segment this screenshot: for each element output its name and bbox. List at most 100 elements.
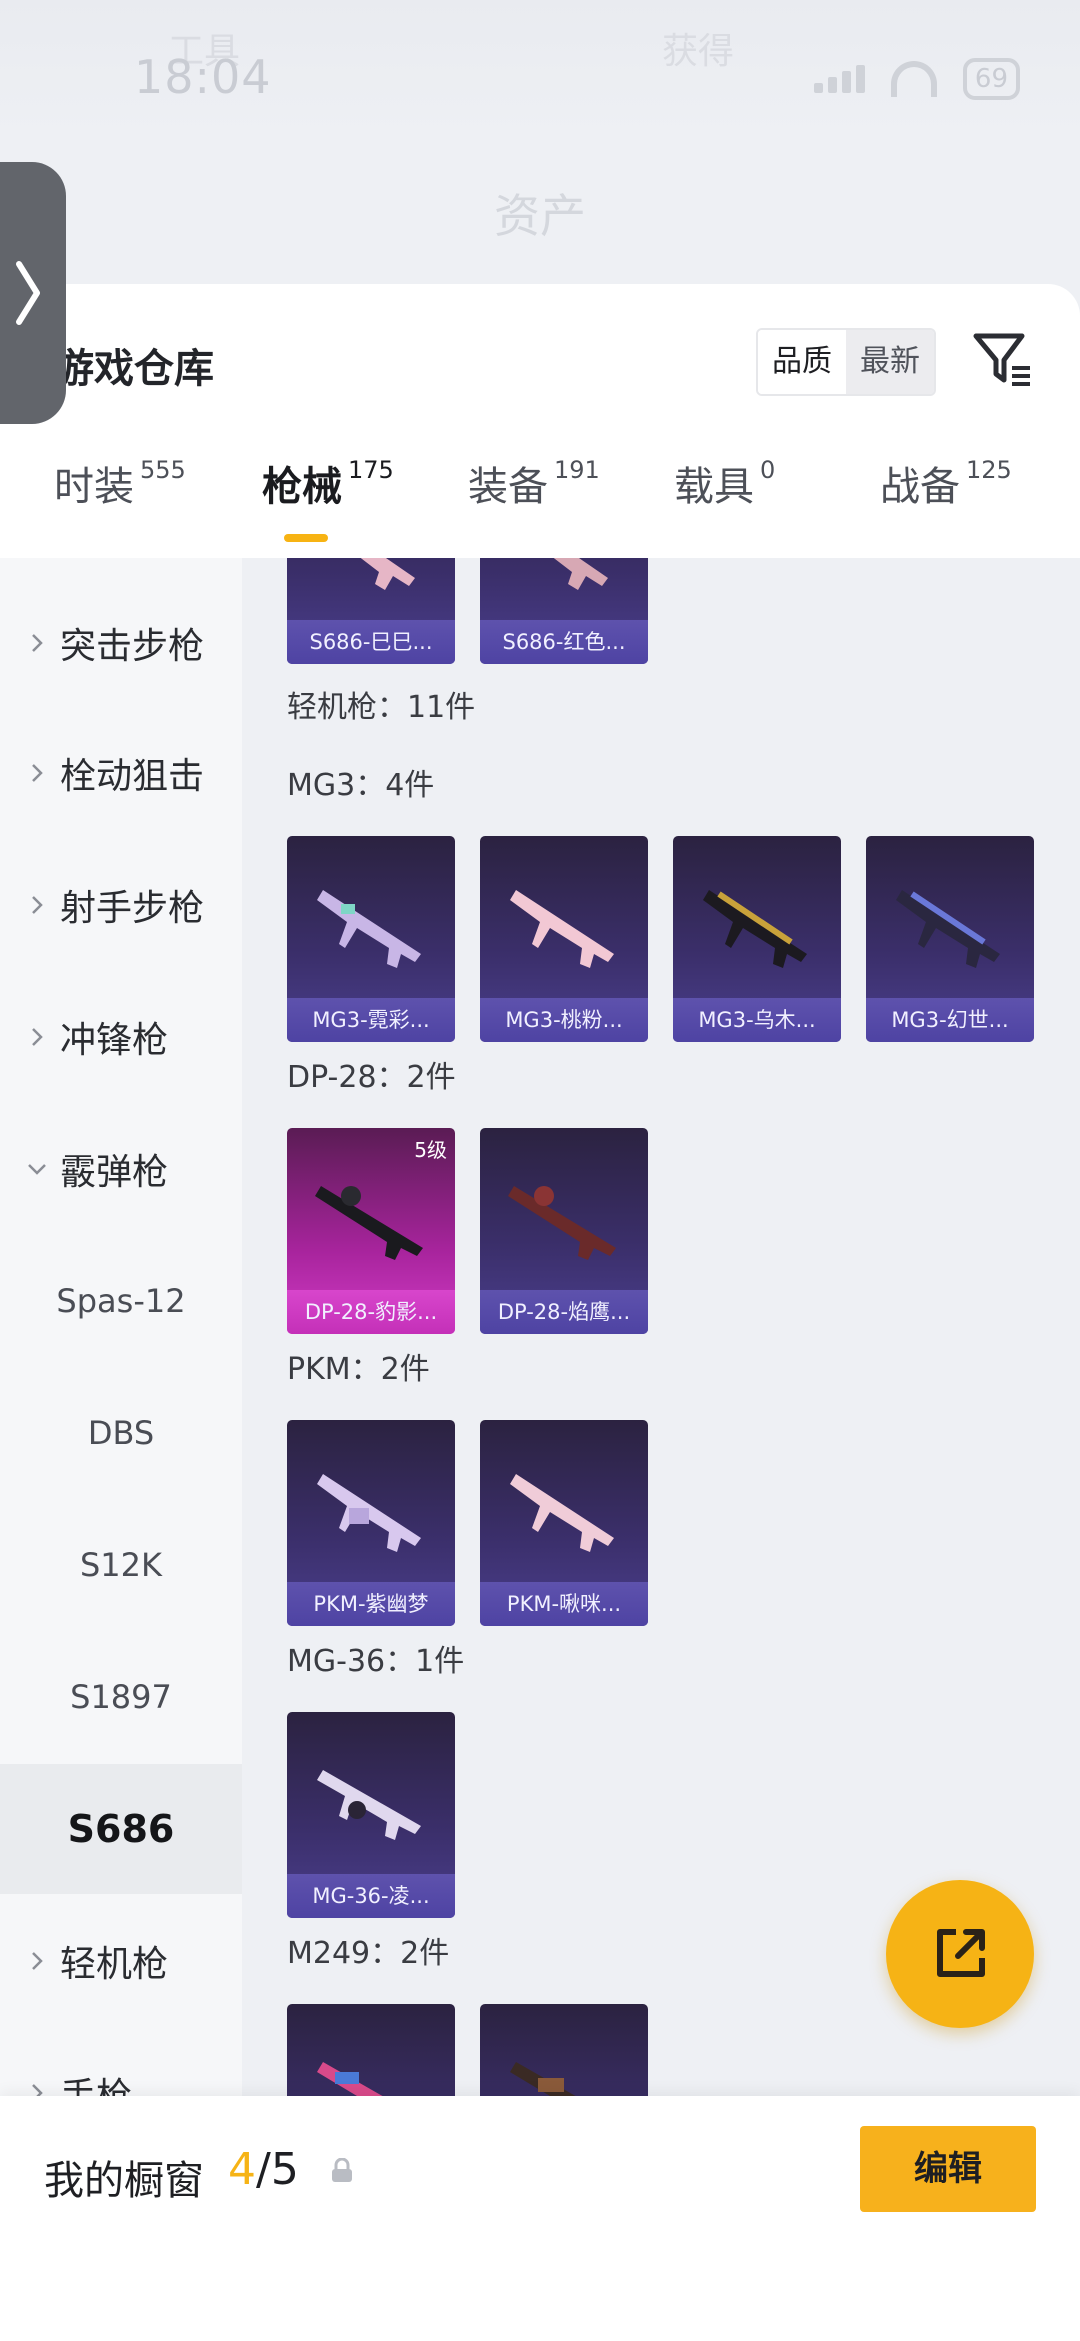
- subcategory-spas12[interactable]: Spas-12: [0, 1236, 242, 1366]
- category-marksman-rifle[interactable]: 射手步枪: [0, 840, 242, 970]
- machine-gun-icon: [510, 1474, 614, 1552]
- system-icons: 69: [813, 58, 1020, 100]
- item-name: DP-28-焰鹰...: [480, 1290, 648, 1334]
- tab-count: 555: [140, 456, 186, 484]
- tab-count: 175: [348, 456, 394, 484]
- item-name: MG3-霓彩...: [287, 998, 455, 1042]
- item-card[interactable]: PKM-紫幽梦: [287, 1420, 455, 1626]
- section-title: 轻机枪：11件: [287, 690, 476, 725]
- signal-icon: [813, 65, 865, 93]
- subcategory-dbs[interactable]: DBS: [0, 1368, 242, 1498]
- category-label: 轻机枪: [60, 1944, 169, 1985]
- section-title: M249：2件: [287, 1936, 450, 1971]
- category-sidebar: 突击步枪 栓动狙击 射手步枪 冲锋枪 霰弹枪 Spas-12 DBS S12K …: [0, 558, 242, 2341]
- item-name: MG3-幻世...: [866, 998, 1034, 1042]
- item-name: MG3-乌木...: [673, 998, 841, 1042]
- item-name: PKM-啾咪...: [480, 1582, 648, 1626]
- tab-supplies[interactable]: 战备 125: [880, 454, 1012, 512]
- tab-equipment[interactable]: 装备 191: [468, 454, 600, 512]
- expand-side-button[interactable]: [0, 162, 66, 424]
- chevron-right-icon: [32, 896, 43, 914]
- item-card[interactable]: MG3-霓彩...: [287, 836, 455, 1042]
- item-card[interactable]: MG3-乌木...: [673, 836, 841, 1042]
- tab-count: 0: [760, 456, 776, 484]
- item-name: S686-巳巳...: [287, 620, 455, 664]
- tab-bar: 时装 555 枪械 175 装备 191 载具 0 战备 125: [0, 454, 1080, 544]
- category-assault-rifle[interactable]: 突击步枪: [0, 578, 242, 708]
- category-label: 冲锋枪: [60, 1020, 169, 1061]
- sort-newest-button[interactable]: 最新: [846, 330, 934, 394]
- tab-count: 191: [554, 456, 600, 484]
- category-shotgun[interactable]: 霰弹枪: [0, 1104, 242, 1234]
- filter-button[interactable]: [972, 330, 1036, 392]
- section-title: MG3：4件: [287, 768, 435, 803]
- item-name: MG-36-凌...: [287, 1874, 455, 1918]
- item-card[interactable]: MG3-桃粉...: [480, 836, 648, 1042]
- showcase-current: 4: [228, 2144, 256, 2195]
- machine-gun-icon: [317, 1770, 421, 1840]
- rifle-icon: [553, 558, 608, 590]
- category-label: S686: [67, 1807, 175, 1851]
- tab-label: 时装: [54, 464, 134, 510]
- page-title: 资产: [494, 189, 586, 243]
- section-title: PKM：2件: [287, 1352, 430, 1387]
- sort-quality-button[interactable]: 品质: [758, 330, 846, 394]
- subcategory-s12k[interactable]: S12K: [0, 1500, 242, 1630]
- tab-label: 装备: [468, 464, 548, 510]
- wifi-icon: [890, 61, 937, 97]
- item-card[interactable]: 5级 DP-28-豹影...: [287, 1128, 455, 1334]
- category-label: 栓动狙击: [60, 756, 205, 797]
- category-label: 射手步枪: [60, 888, 205, 929]
- lock-icon: [332, 2158, 352, 2182]
- status-bar: 工具 获得 18:04 69: [0, 0, 1080, 140]
- share-button[interactable]: [886, 1880, 1034, 2028]
- category-label: DBS: [87, 1414, 155, 1452]
- sort-toggle: 品质 最新: [756, 328, 936, 396]
- chevron-down-icon: [28, 1164, 46, 1175]
- item-name: MG3-桃粉...: [480, 998, 648, 1042]
- share-icon: [937, 1929, 985, 1977]
- category-lmg[interactable]: 轻机枪: [0, 1896, 242, 2026]
- tab-label: 枪械: [262, 464, 342, 510]
- tab-costume[interactable]: 时装 555: [54, 454, 186, 512]
- item-grid: S686-巳巳... S686-红色... 轻机枪：11件 MG3：4件 MG3…: [242, 558, 1080, 2341]
- showcase-bar: 我的橱窗 4/5 编辑: [0, 2096, 1080, 2341]
- clock: 18:04: [134, 50, 272, 104]
- chevron-right-icon: [32, 764, 43, 782]
- item-card[interactable]: MG-36-凌...: [287, 1712, 455, 1918]
- chevron-right-icon: [16, 261, 40, 325]
- showcase-count: 4/5: [228, 2144, 299, 2195]
- machine-gun-icon: [315, 1186, 423, 1260]
- section-title: DP-28：2件: [287, 1060, 456, 1095]
- tab-vehicles[interactable]: 载具 0: [674, 454, 775, 512]
- panel-title: 游戏仓库: [54, 346, 214, 392]
- item-card[interactable]: PKM-啾咪...: [480, 1420, 648, 1626]
- section-title: MG-36：1件: [287, 1644, 465, 1679]
- item-name: DP-28-豹影...: [287, 1290, 455, 1334]
- subcategory-s1897[interactable]: S1897: [0, 1632, 242, 1762]
- item-card[interactable]: DP-28-焰鹰...: [480, 1128, 648, 1334]
- tab-label: 战备: [880, 464, 960, 510]
- machine-gun-icon: [896, 890, 1000, 968]
- machine-gun-icon: [508, 1186, 616, 1260]
- item-card[interactable]: MG3-幻世...: [866, 836, 1034, 1042]
- category-smg[interactable]: 冲锋枪: [0, 972, 242, 1102]
- showcase-label: 我的橱窗: [44, 2158, 204, 2204]
- edit-button[interactable]: 编辑: [860, 2126, 1036, 2212]
- subcategory-s686[interactable]: S686: [0, 1764, 242, 1894]
- active-tab-indicator: [284, 534, 328, 542]
- category-bolt-sniper[interactable]: 栓动狙击: [0, 708, 242, 838]
- tab-firearms[interactable]: 枪械 175: [262, 454, 394, 512]
- category-label: Spas-12: [56, 1282, 186, 1320]
- machine-gun-icon: [317, 1474, 421, 1552]
- chevron-right-icon: [32, 1952, 43, 1970]
- item-name: PKM-紫幽梦: [287, 1582, 455, 1626]
- item-card[interactable]: S686-巳巳...: [287, 558, 455, 664]
- item-card[interactable]: S686-红色...: [480, 558, 648, 664]
- item-name: S686-红色...: [480, 620, 648, 664]
- showcase-total: /5: [256, 2144, 299, 2195]
- tab-count: 125: [966, 456, 1012, 484]
- warehouse-panel: 游戏仓库 品质 最新 时装 555 枪械 175 装备 191 载具 0 战备 …: [0, 284, 1080, 2341]
- rifle-icon: [360, 558, 415, 590]
- chevron-right-icon: [32, 1028, 43, 1046]
